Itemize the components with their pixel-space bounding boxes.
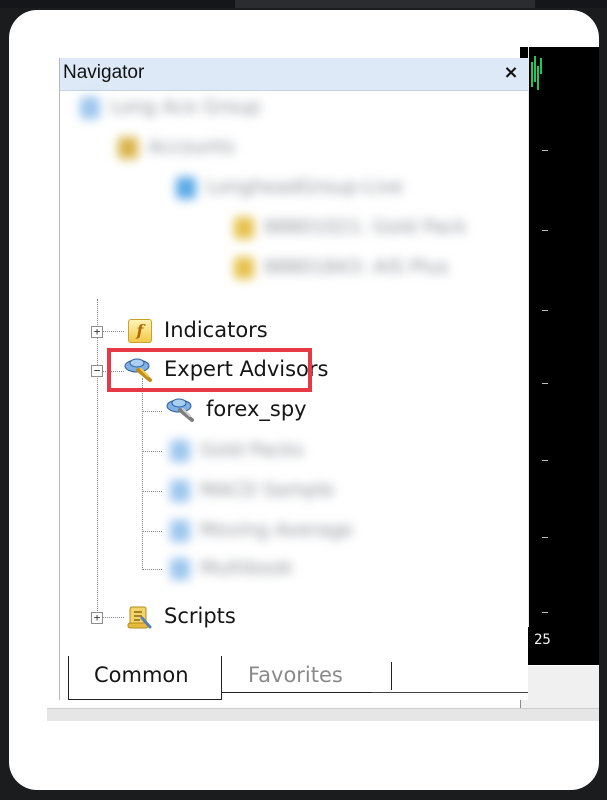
- tab-favorites[interactable]: Favorites: [222, 656, 372, 693]
- script-icon: [127, 606, 152, 629]
- chart-tick: [542, 460, 548, 461]
- tree-item-label: Scripts: [164, 604, 236, 628]
- chart-border: [528, 47, 529, 627]
- blurred-ea-list: Gold Packs MACD Sample Moving Average Mu…: [170, 436, 460, 596]
- close-icon[interactable]: ×: [500, 61, 522, 85]
- chart-tick: [542, 612, 548, 613]
- tab-label: Favorites: [248, 663, 343, 687]
- screenshot-card: 25 Navigator × Long Ace Group Accounts L…: [9, 10, 599, 790]
- tree-line: [142, 451, 162, 452]
- chart-tick: [542, 230, 548, 231]
- tabs-baseline: [372, 692, 528, 693]
- chart-price-line: [531, 56, 542, 90]
- blurred-accounts-section: Long Ace Group Accounts LongheadGroup-Li…: [66, 91, 526, 301]
- navigator-tabs: Common Favorites: [68, 656, 528, 700]
- chart-area[interactable]: 25: [520, 47, 599, 665]
- chart-tick: [542, 537, 548, 538]
- tree-item-label: forex_spy: [206, 397, 307, 421]
- tree-line: [142, 531, 162, 532]
- expand-icon[interactable]: +: [91, 612, 103, 624]
- chart-axis-label: 25: [534, 632, 551, 648]
- tab-separator: [391, 662, 392, 690]
- expert-advisor-icon: [166, 398, 194, 422]
- tree-item-indicators[interactable]: + f Indicators: [60, 315, 360, 349]
- chart-scroll-strip: [520, 666, 599, 708]
- tree-item-label: Indicators: [164, 318, 268, 342]
- function-icon: f: [128, 319, 152, 343]
- terminal-window: 25 Navigator × Long Ace Group Accounts L…: [9, 10, 599, 790]
- collapse-icon[interactable]: −: [91, 365, 103, 377]
- tree-line: [142, 569, 162, 570]
- chart-tick: [542, 310, 548, 311]
- tab-common[interactable]: Common: [68, 656, 222, 700]
- highlight-box: [107, 348, 312, 392]
- chart-tick: [542, 383, 548, 384]
- navigator-header: Navigator ×: [60, 58, 528, 91]
- bottom-scrollbar[interactable]: [47, 708, 599, 721]
- tree-item-forex-spy[interactable]: forex_spy: [60, 394, 360, 428]
- tree-item-scripts[interactable]: + Scripts: [60, 601, 360, 635]
- tree-line: [142, 491, 162, 492]
- chart-tick: [542, 150, 548, 151]
- navigator-title: Navigator: [63, 62, 145, 83]
- top-strip: [0, 0, 607, 8]
- expand-icon[interactable]: +: [91, 326, 103, 338]
- tab-label: Common: [94, 663, 189, 687]
